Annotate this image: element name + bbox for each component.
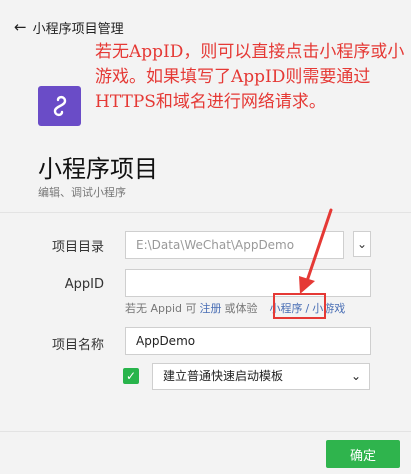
hint-prefix: 若无 Appid 可 (125, 302, 197, 315)
miniprogram-logo-icon (38, 86, 81, 126)
dir-dropdown-button[interactable]: ⌄ (353, 231, 371, 257)
check-icon: ✓ (125, 369, 137, 383)
chevron-down-icon: ⌄ (350, 369, 361, 383)
ok-button[interactable]: 确定 (326, 440, 400, 468)
template-checkbox[interactable]: ✓ (123, 368, 139, 384)
back-label: 小程序项目管理 (32, 22, 124, 37)
back-arrow-icon: ← (14, 18, 27, 36)
project-dir-input[interactable]: E:\Data\WeChat\AppDemo (125, 231, 344, 259)
page-subtitle: 编辑、调试小程序 (38, 186, 126, 199)
footer-divider (0, 431, 411, 432)
project-name-label: 项目名称 (51, 338, 104, 353)
appid-input[interactable] (125, 269, 371, 297)
project-dir-label: 项目目录 (51, 240, 104, 255)
register-link[interactable]: 注册 (200, 300, 222, 316)
appid-label: AppID (64, 277, 104, 292)
annotation-text: 若无AppID，则可以直接点击小程序或小游戏。如果填写了AppID则需要通过HT… (95, 42, 405, 112)
divider (0, 212, 411, 213)
template-select-value: 建立普通快速启动模板 (163, 369, 284, 383)
chevron-down-icon: ⌄ (356, 237, 368, 251)
hint-or: 或体验 (224, 302, 258, 315)
highlight-box (273, 293, 326, 319)
project-name-input[interactable]: AppDemo (125, 327, 371, 355)
template-select[interactable]: 建立普通快速启动模板 ⌄ (152, 363, 370, 390)
back-button[interactable]: ← 小程序项目管理 (14, 18, 124, 38)
page-title: 小程序项目 (38, 155, 158, 183)
